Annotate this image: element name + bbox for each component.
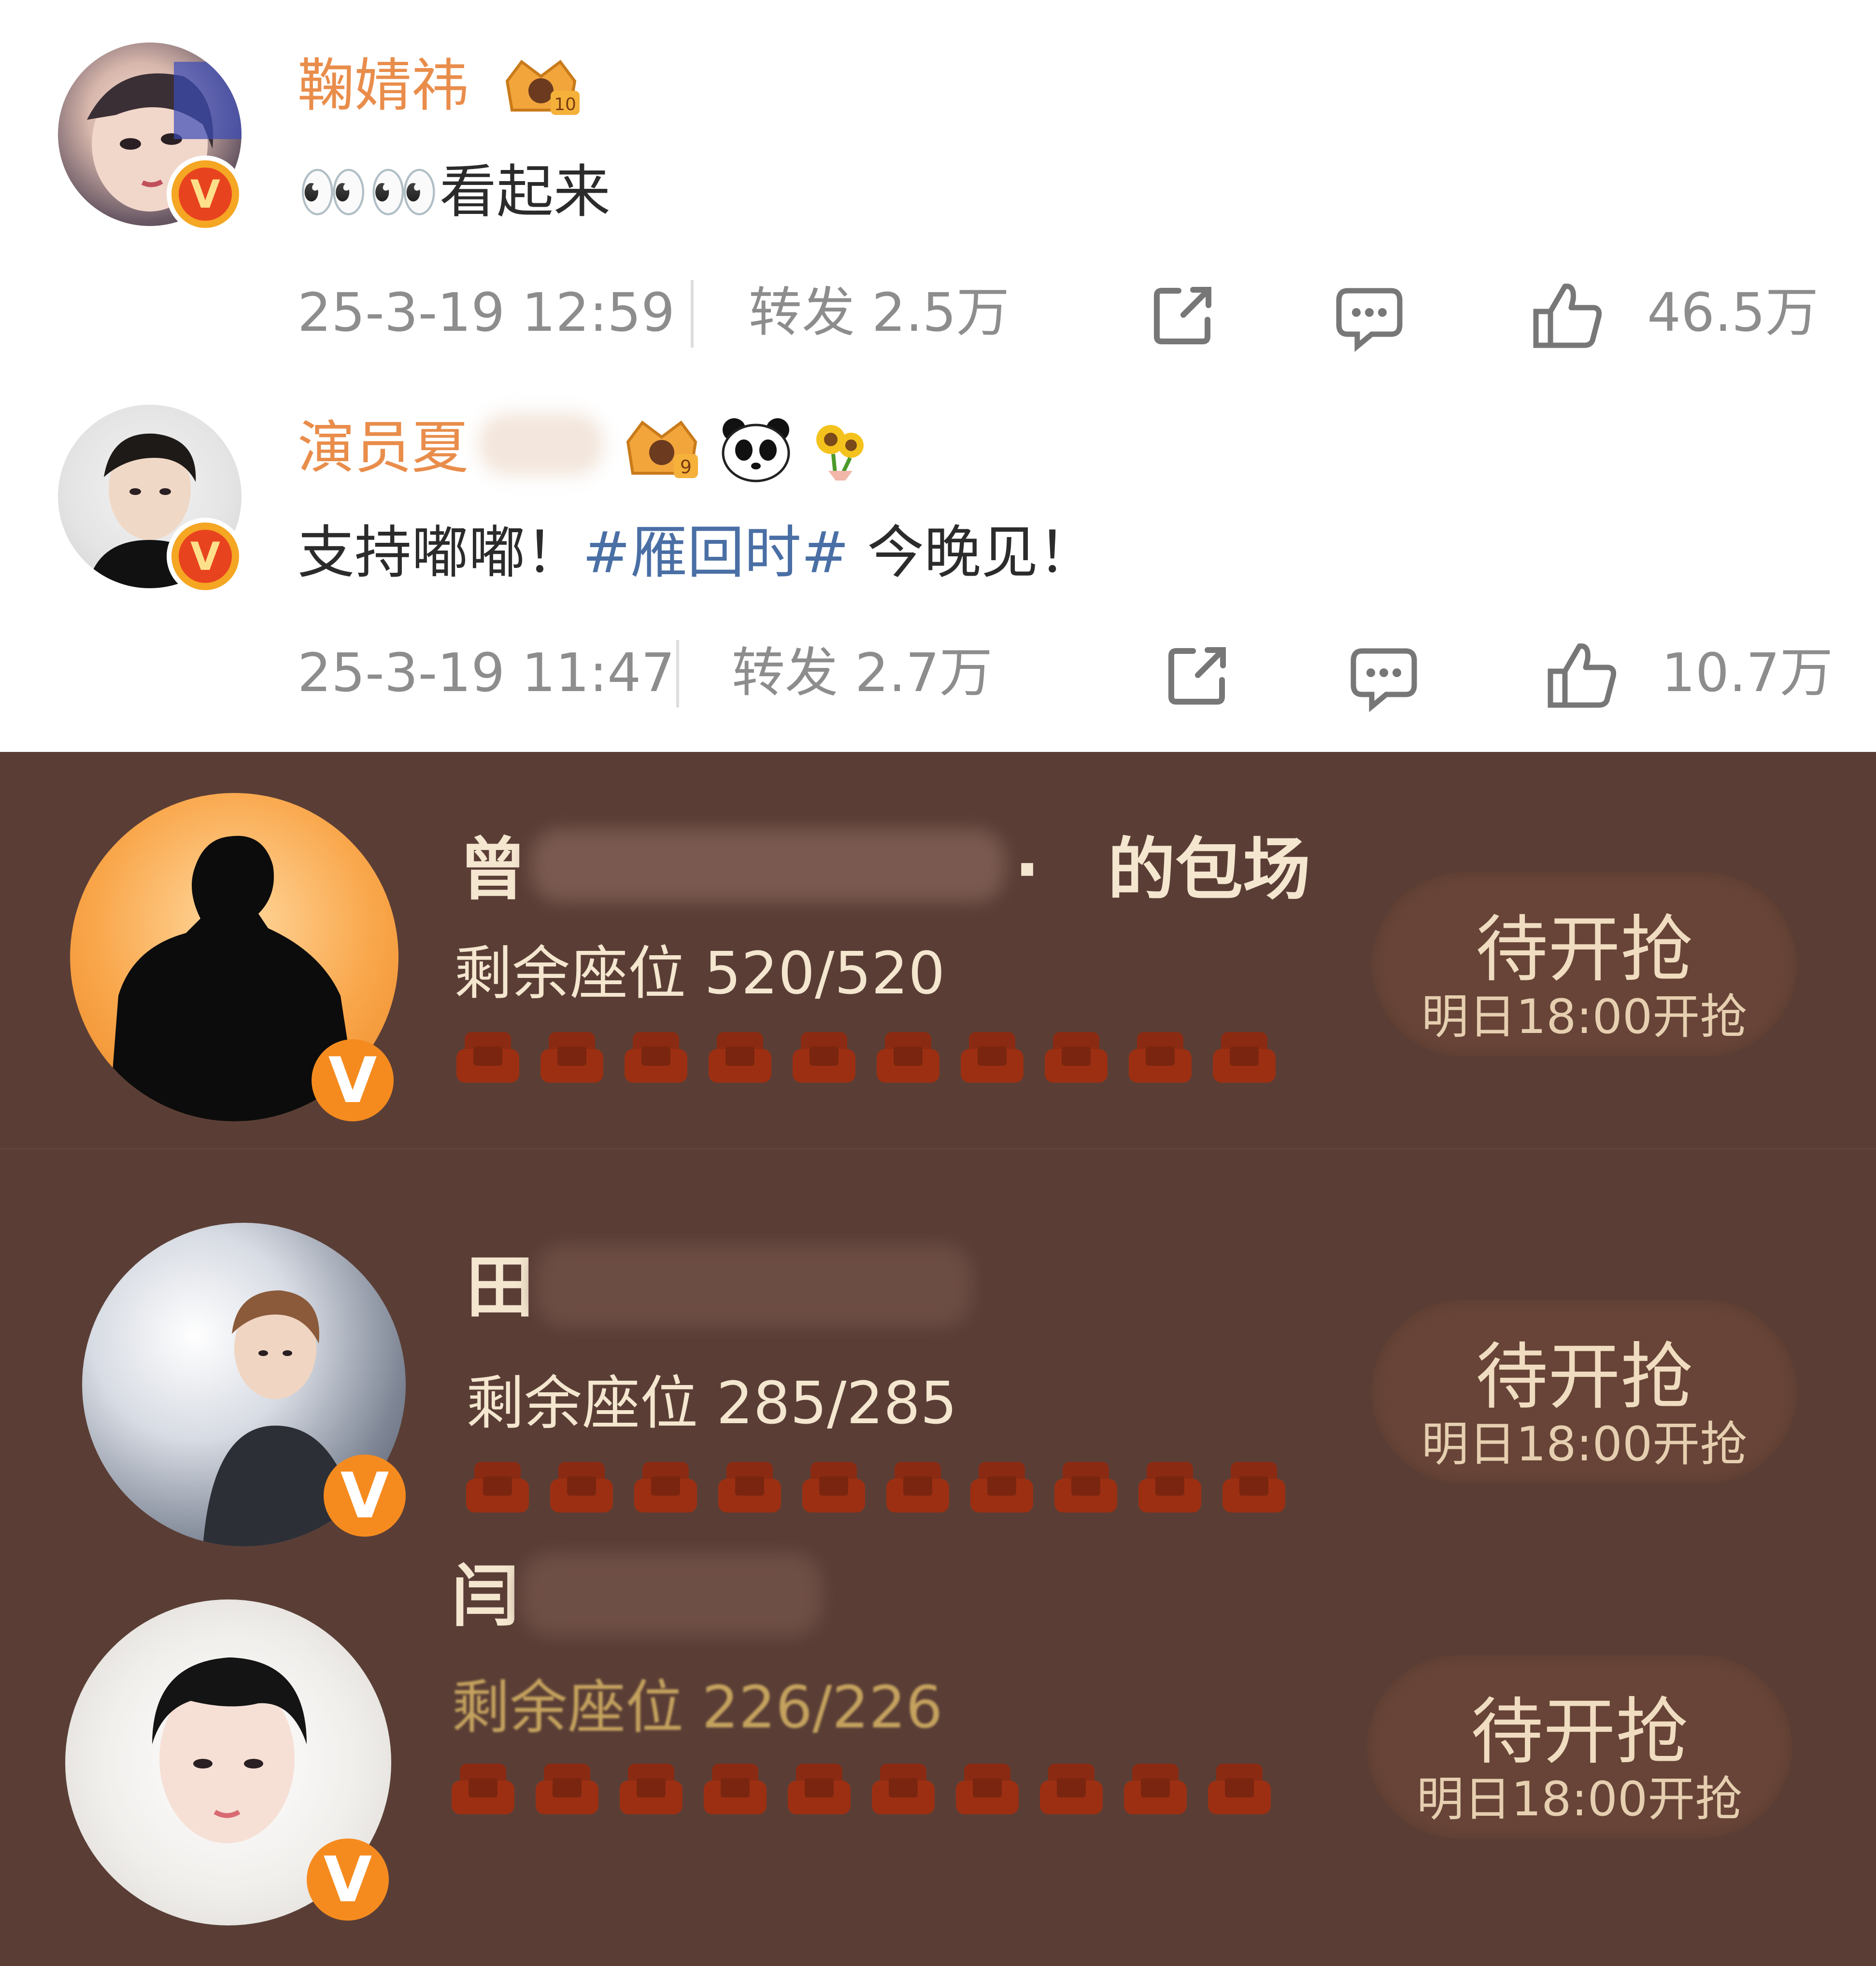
verified-badge: V — [167, 518, 244, 595]
seat-icon — [1210, 1027, 1278, 1085]
blurred-name — [531, 829, 1005, 902]
seat-icon — [454, 1027, 522, 1085]
session-name-prefix: 闫 — [452, 1557, 520, 1636]
seat-icon — [632, 1457, 699, 1515]
hashtag-link[interactable]: #雁回时# — [583, 519, 849, 586]
seat-icon — [464, 1457, 531, 1515]
verified-v-icon: V — [179, 530, 232, 583]
blurred-name — [522, 1554, 821, 1636]
grab-button[interactable]: 待开抢 明日18:00开抢 — [1367, 1655, 1792, 1839]
seat-icon — [968, 1457, 1036, 1515]
grab-button-label: 待开抢 — [1475, 1335, 1693, 1419]
seats-remaining: 剩余座位 226/226 — [452, 1674, 943, 1741]
comment-text-prefix: 支持嘟嘟！ — [298, 519, 583, 586]
like-count: 46.5万 — [1647, 282, 1819, 343]
grab-button[interactable]: 待开抢 明日18:00开抢 — [1372, 1300, 1797, 1484]
seat-icon — [785, 1759, 853, 1817]
blurred-name — [478, 413, 604, 476]
like-icon[interactable] — [1529, 278, 1606, 355]
verified-v-icon: V — [179, 168, 232, 221]
verified-v-icon: V — [307, 1839, 389, 1921]
like-count: 10.7万 — [1662, 642, 1833, 704]
booking-sessions-panel: V 曾 · 的包场 剩余座位 520/520 待开抢 明日18:00开抢 V 田… — [0, 752, 1876, 1966]
seat-icon — [716, 1457, 783, 1515]
session-title[interactable]: 闫 — [452, 1563, 519, 1631]
seat-icon — [1206, 1759, 1273, 1817]
crown-badge-icon: 9 — [626, 420, 698, 478]
repost-count[interactable]: 转发 2.7万 — [732, 646, 993, 699]
sunflower-icon — [816, 425, 864, 481]
comment-item: V 鞠婧祎 10 👀👀看起来 25-3-19 12:59 转发 2.5万 46.… — [0, 0, 1876, 367]
session-item: V 曾 · 的包场 剩余座位 520/520 待开抢 明日18:00开抢 — [0, 752, 1876, 1158]
divider — [676, 640, 679, 707]
seat-icon — [790, 1027, 858, 1085]
svg-text:9: 9 — [680, 456, 692, 478]
seat-icon — [869, 1759, 937, 1817]
seat-icon — [953, 1759, 1021, 1817]
verified-v-icon: V — [324, 1455, 406, 1537]
grab-button-time: 明日18:00开抢 — [1421, 1417, 1748, 1472]
seat-icon — [958, 1027, 1026, 1085]
seat-icon — [706, 1027, 774, 1085]
session-title[interactable]: 曾 — [459, 836, 526, 904]
seat-icon — [1042, 1027, 1110, 1085]
comment-icon[interactable] — [1333, 281, 1406, 354]
session-name-suffix: · 的包场 — [1014, 831, 1311, 909]
seat-icon — [548, 1457, 615, 1515]
comment-text: 👀👀看起来 — [298, 158, 611, 225]
seat-icon — [884, 1457, 952, 1515]
seat-row — [449, 1759, 1273, 1817]
seat-icon — [1136, 1457, 1204, 1515]
grab-button-time: 明日18:00开抢 — [1416, 1772, 1743, 1827]
comment-time: 25-3-19 11:47 — [298, 642, 675, 704]
seat-icon — [701, 1759, 769, 1817]
repost-count[interactable]: 转发 2.5万 — [749, 286, 1009, 339]
comment-time: 25-3-19 12:59 — [298, 282, 675, 343]
seat-icon — [1052, 1457, 1120, 1515]
divider — [0, 1148, 1876, 1150]
seats-remaining: 剩余座位 285/285 — [466, 1370, 957, 1437]
comments-section: V 鞠婧祎 10 👀👀看起来 25-3-19 12:59 转发 2.5万 46.… — [0, 0, 1876, 752]
grab-button-time: 明日18:00开抢 — [1421, 990, 1748, 1045]
share-icon[interactable] — [1150, 281, 1217, 349]
session-name-prefix: 田 — [466, 1248, 534, 1327]
seat-row — [454, 1027, 1278, 1085]
session-item: V 闫 剩余座位 226/226 待开抢 明日18:00开抢 — [0, 1534, 1876, 1966]
seat-icon — [1126, 1027, 1194, 1085]
seat-icon — [538, 1027, 606, 1085]
seats-remaining: 剩余座位 520/520 — [454, 940, 945, 1007]
seat-icon — [1122, 1759, 1189, 1817]
grab-button-label: 待开抢 — [1470, 1690, 1688, 1774]
grab-button-label: 待开抢 — [1475, 908, 1693, 992]
seat-icon — [1220, 1457, 1288, 1515]
comment-text-suffix: 今晚见！ — [849, 519, 1095, 586]
verified-v-icon: V — [312, 1039, 394, 1121]
crown-badge-icon: 10 — [505, 59, 580, 115]
session-item: V 田 剩余座位 285/285 待开抢 明日18:00开抢 — [0, 1158, 1876, 1546]
seat-icon — [800, 1457, 867, 1515]
seat-row — [464, 1457, 1288, 1515]
comment-icon[interactable] — [1348, 641, 1420, 714]
comment-username[interactable]: 演员夏 — [298, 419, 469, 476]
like-icon[interactable] — [1543, 637, 1620, 715]
divider — [691, 280, 694, 348]
seat-icon — [617, 1759, 685, 1817]
seat-icon — [622, 1027, 690, 1085]
share-icon[interactable] — [1164, 641, 1232, 709]
svg-text:10: 10 — [554, 95, 576, 114]
seat-icon — [1037, 1759, 1105, 1817]
panda-icon — [722, 418, 790, 482]
verified-badge: V — [167, 156, 244, 233]
blurred-name — [536, 1245, 971, 1327]
comment-username[interactable]: 鞠婧祎 — [298, 57, 469, 114]
comment-item: V 演员夏 9 支持嘟嘟！#雁回时# 今晚见！ 25-3-19 11:47 转发 — [0, 367, 1876, 752]
grab-button[interactable]: 待开抢 明日18:00开抢 — [1372, 873, 1797, 1056]
session-name-prefix: 曾 — [459, 831, 527, 909]
session-title[interactable]: 田 — [466, 1254, 534, 1322]
comment-text: 支持嘟嘟！#雁回时# 今晚见！ — [298, 524, 1095, 581]
seat-icon — [874, 1027, 942, 1085]
seat-icon — [533, 1759, 601, 1817]
seat-icon — [449, 1759, 517, 1817]
